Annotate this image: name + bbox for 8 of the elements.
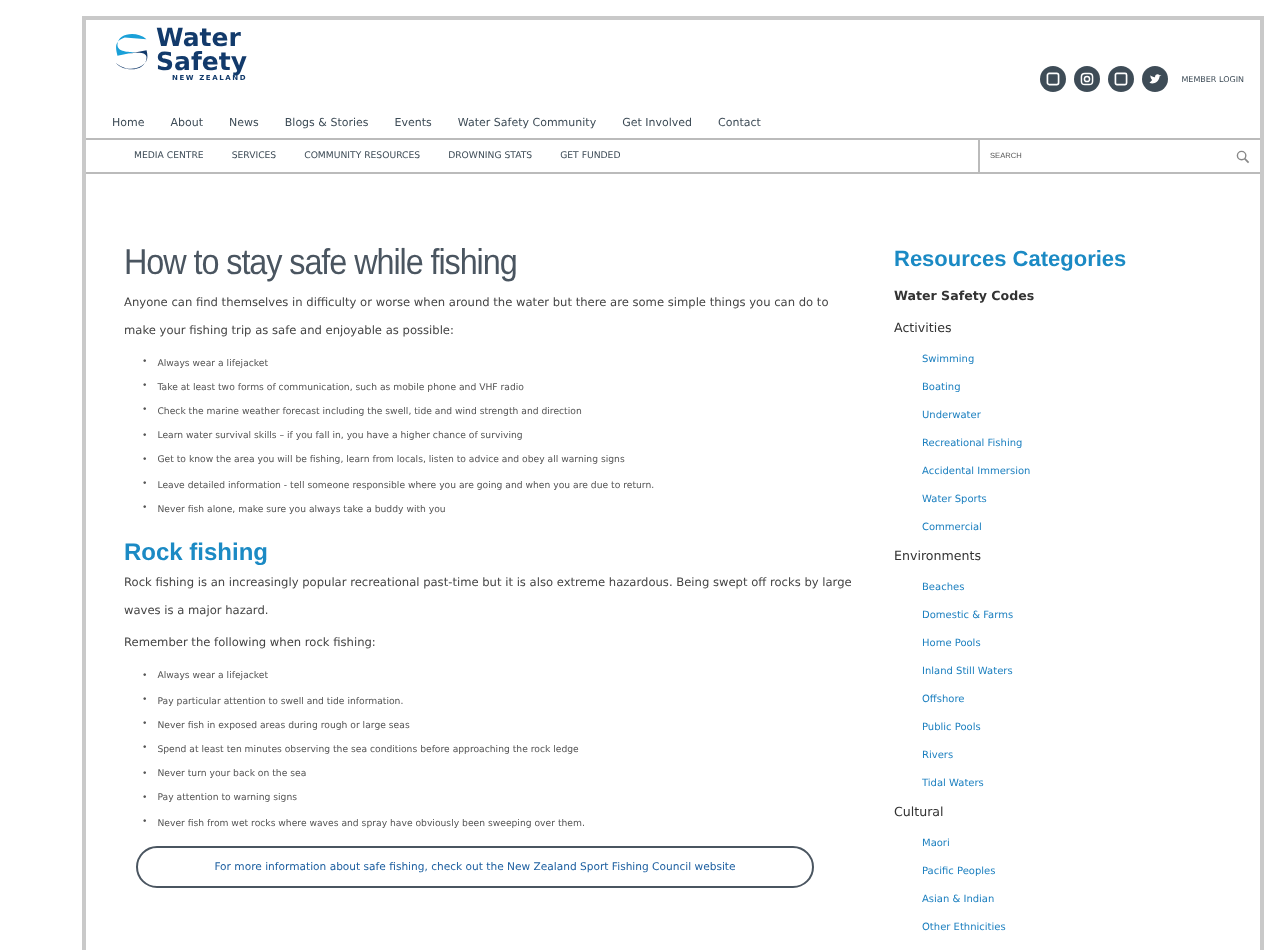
instagram-icon[interactable] (1073, 66, 1100, 92)
sidebar-title: Resources Categories (894, 248, 1127, 272)
page-title: How to stay safe while fishing (124, 242, 519, 282)
logo-text: Safety (156, 50, 248, 74)
logo-text: Water (156, 26, 241, 50)
section-heading: Rock fishing (124, 538, 271, 567)
twitter-icon[interactable] (1141, 66, 1168, 92)
search-icon[interactable] (1236, 149, 1250, 163)
